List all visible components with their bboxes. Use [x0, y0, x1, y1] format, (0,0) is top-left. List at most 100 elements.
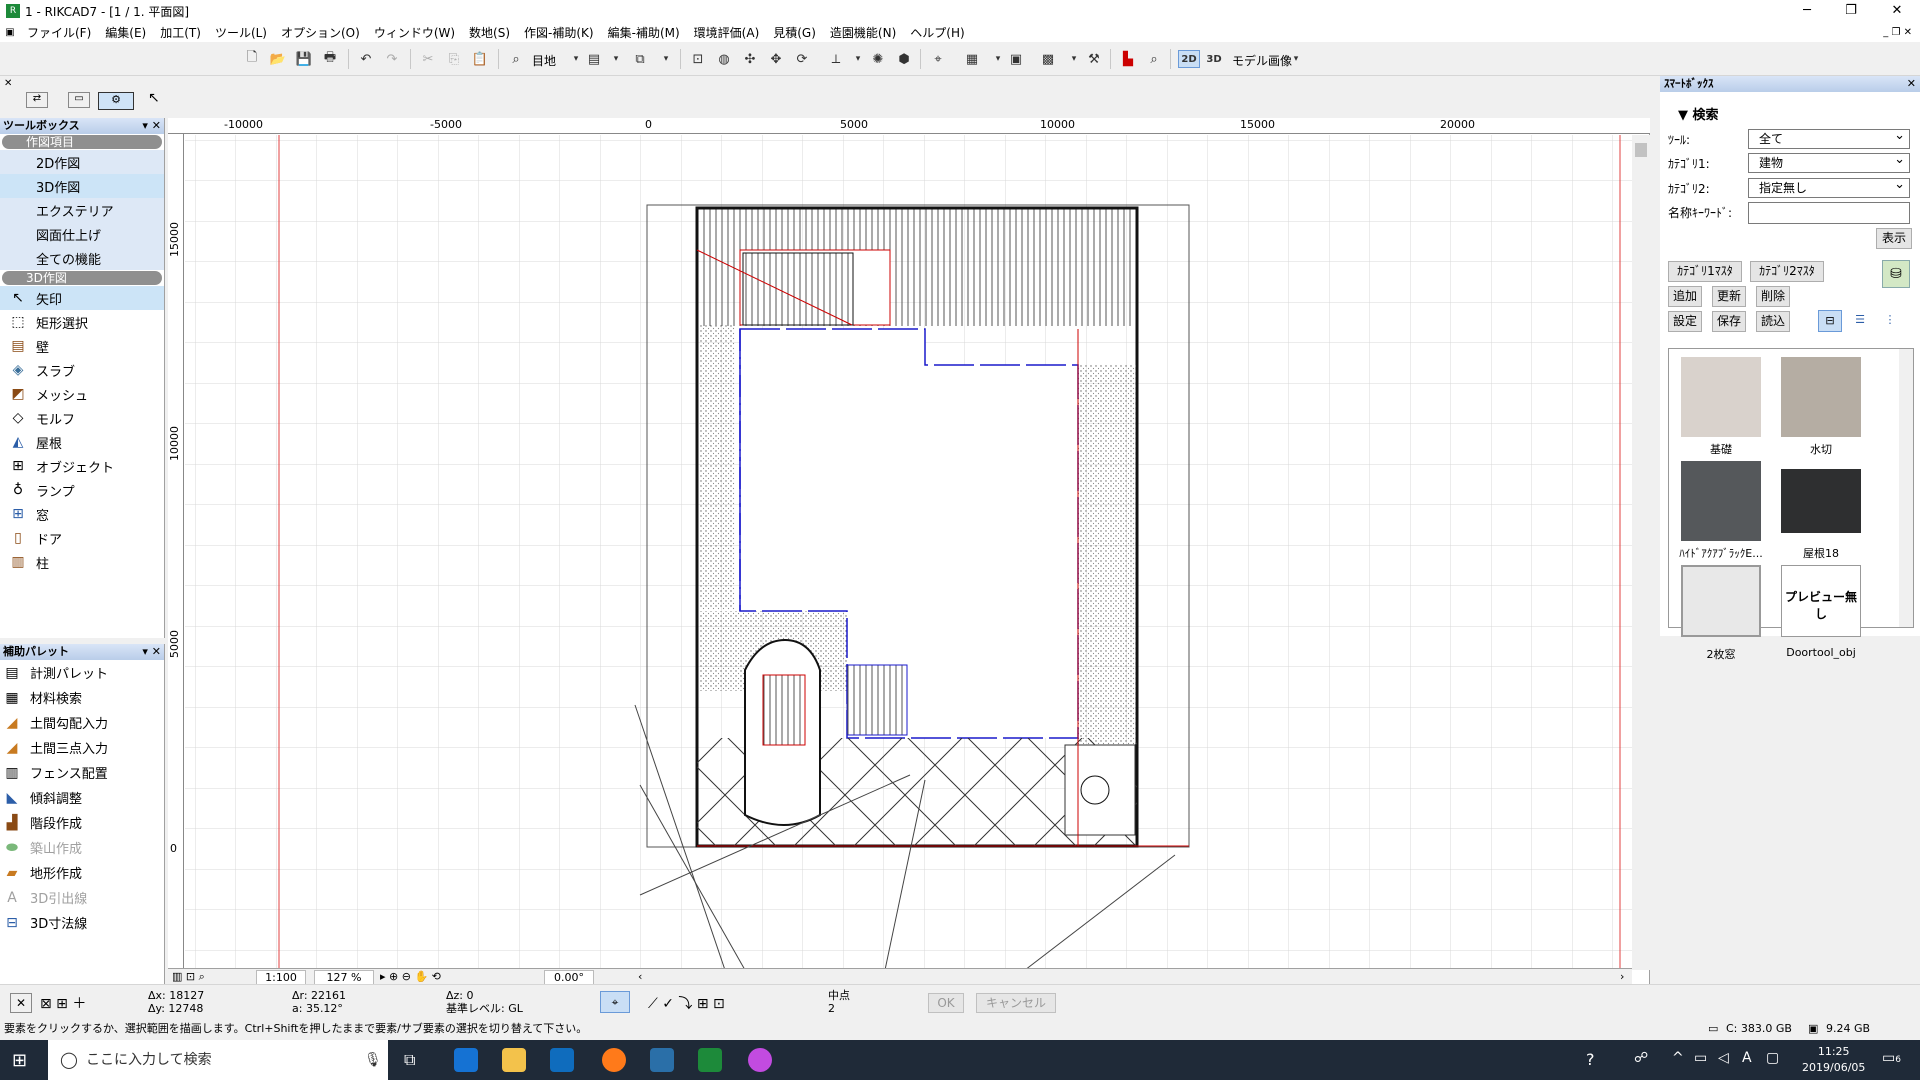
- paste-icon[interactable]: 📋: [470, 50, 490, 68]
- ok-button[interactable]: OK: [928, 993, 964, 1013]
- construction-method-icon[interactable]: ⇄: [26, 92, 48, 108]
- scroll-thumb[interactable]: [1635, 143, 1647, 157]
- tool-arrow[interactable]: ↖ 矢印: [0, 286, 164, 310]
- clock[interactable]: 11:25 2019/06/05: [1802, 1044, 1865, 1076]
- assist-measure[interactable]: ▤ 計測パレット: [0, 660, 164, 685]
- guide-icons[interactable]: ⟋ ✓ ⤵ ⊞ ⊡: [648, 993, 725, 1013]
- tool-marquee[interactable]: ⬚ 矩形選択: [0, 310, 164, 334]
- close-icon[interactable]: ✕: [1907, 76, 1916, 92]
- grid-snap-icon[interactable]: ⊠ ⊞ ＋: [40, 993, 86, 1013]
- add-button[interactable]: 追加: [1668, 286, 1702, 307]
- search-section-toggle[interactable]: ▼ 検索: [1678, 104, 1719, 123]
- selection-method-icon[interactable]: ⚙: [98, 92, 134, 110]
- tool-lamp[interactable]: ♁ ランプ: [0, 478, 164, 502]
- chevron-right-icon[interactable]: ›: [1620, 970, 1624, 983]
- close-icon[interactable]: ✕: [4, 78, 12, 89]
- show-button[interactable]: 表示: [1876, 228, 1912, 249]
- assist-terrain[interactable]: ▰ 地形作成: [0, 860, 164, 885]
- tool-mesh[interactable]: ◩ メッシュ: [0, 382, 164, 406]
- menu-landscape[interactable]: 造園機能(N): [823, 24, 903, 41]
- minimize-icon[interactable]: ─: [1784, 0, 1830, 22]
- outlook-icon[interactable]: [550, 1048, 574, 1072]
- inspect-icon[interactable]: ⌕: [1144, 50, 1164, 68]
- zoom-controls-icon[interactable]: ▸ ⊕ ⊖ ✋ ⟲: [380, 970, 441, 983]
- notification-icon[interactable]: ▭6: [1882, 1050, 1901, 1066]
- menu-site[interactable]: 数地(S): [462, 24, 517, 41]
- close-icon[interactable]: ✕: [1874, 0, 1920, 22]
- maximize-icon[interactable]: ❐: [1828, 0, 1874, 22]
- menu-help[interactable]: ヘルプ(H): [903, 24, 971, 41]
- zoom-window-icon[interactable]: ⊡: [688, 50, 708, 68]
- save-button[interactable]: 保存: [1712, 311, 1746, 332]
- group-header-draw-items[interactable]: 作図項目: [2, 135, 162, 149]
- toolbox-2d-draw[interactable]: 2D作図: [0, 150, 164, 174]
- help-icon[interactable]: ?: [1586, 1050, 1595, 1069]
- snap-mode-icon[interactable]: ⌖: [600, 991, 630, 1013]
- category1-select[interactable]: 建物: [1748, 151, 1910, 173]
- app-icon[interactable]: [650, 1048, 674, 1072]
- axis-icon[interactable]: ⟂: [826, 50, 846, 68]
- menu-tools[interactable]: ツール(L): [208, 24, 274, 41]
- scale-field[interactable]: 1:100: [256, 970, 306, 985]
- menu-file[interactable]: ファイル(F): [20, 24, 98, 41]
- mdi-controls[interactable]: _ ❐ ✕: [1883, 27, 1912, 38]
- angle-field[interactable]: 0.00°: [544, 970, 594, 985]
- base-level[interactable]: 基準レベル: GL: [446, 1002, 523, 1015]
- ime-indicator[interactable]: A: [1742, 1050, 1752, 1066]
- cancel-button[interactable]: キャンセル: [976, 993, 1056, 1013]
- database-icon[interactable]: ⛁: [1882, 260, 1910, 288]
- menu-edit-assist[interactable]: 編集-補助(M): [601, 24, 687, 41]
- tool-morph[interactable]: ◇ モルフ: [0, 406, 164, 430]
- assist-3d-dimension[interactable]: ⊟ 3D寸法線: [0, 910, 164, 935]
- pan-icon[interactable]: ✥: [766, 50, 786, 68]
- cube-icon[interactable]: ⬢: [894, 50, 914, 68]
- toolbox-exterior[interactable]: エクステリア: [0, 198, 164, 222]
- thumb-door-no-preview[interactable]: プレビュー無し: [1781, 565, 1861, 637]
- system-menu-icon[interactable]: ▣: [0, 27, 20, 38]
- delete-button[interactable]: 削除: [1756, 286, 1790, 307]
- windows-start-icon[interactable]: ⊞: [12, 1050, 27, 1071]
- taskbar-search[interactable]: ◯ ここに入力して検索 🎙: [48, 1040, 388, 1080]
- panel-close-icon[interactable]: ▾ ✕: [142, 118, 161, 134]
- find-select-icon[interactable]: ⌕: [506, 50, 526, 68]
- tool-icon[interactable]: ⚒: [1084, 50, 1104, 68]
- toolbox-drawing-finish[interactable]: 図面仕上げ: [0, 222, 164, 246]
- network-icon[interactable]: ▭: [1694, 1050, 1707, 1066]
- category2-select[interactable]: 指定無し: [1748, 176, 1910, 198]
- chevron-down-icon[interactable]: ▾: [988, 50, 1008, 68]
- toolbox-all-functions[interactable]: 全ての機能: [0, 246, 164, 270]
- thumbnail-scrollbar[interactable]: [1899, 349, 1913, 627]
- category1-master-button[interactable]: ｶﾃｺﾞﾘ1ﾏｽﾀ: [1668, 261, 1742, 282]
- volume-icon[interactable]: ◁: [1718, 1050, 1729, 1066]
- update-button[interactable]: 更新: [1712, 286, 1746, 307]
- app-icon[interactable]: [748, 1048, 772, 1072]
- chevron-down-icon[interactable]: ▾: [848, 50, 868, 68]
- cut-icon[interactable]: ✂: [418, 50, 438, 68]
- view-options-icon[interactable]: ▥ ⊡ ⌕: [172, 970, 205, 984]
- mode-2d-button[interactable]: 2D: [1178, 50, 1200, 68]
- tool-window[interactable]: ⊞ 窓: [0, 502, 164, 526]
- camera-icon[interactable]: ⌖: [928, 50, 948, 68]
- rikcad-taskbar-icon[interactable]: [698, 1048, 722, 1072]
- chevron-down-icon[interactable]: ▾: [656, 50, 676, 68]
- tool-object[interactable]: ⊞ オブジェクト: [0, 454, 164, 478]
- assist-fence[interactable]: ▥ フェンス配置: [0, 760, 164, 785]
- toolbox-3d-draw[interactable]: 3D作図: [0, 174, 164, 198]
- chevron-down-icon[interactable]: ▾: [1064, 50, 1084, 68]
- firefox-icon[interactable]: [602, 1048, 626, 1072]
- thumb-aqua-black[interactable]: [1681, 461, 1761, 541]
- library-icon[interactable]: ▙: [1118, 50, 1138, 68]
- thumb-roof18[interactable]: [1781, 469, 1861, 533]
- undo-icon[interactable]: ↶: [356, 50, 376, 68]
- thumb-foundation[interactable]: [1681, 357, 1761, 437]
- view-label[interactable]: 目地: [532, 52, 556, 69]
- snap-point[interactable]: 中点 2: [828, 989, 850, 1015]
- category2-master-button[interactable]: ｶﾃｺﾞﾘ2ﾏｽﾀ: [1750, 261, 1824, 282]
- chevron-down-icon[interactable]: ▾: [606, 50, 626, 68]
- model-image-label[interactable]: モデル画像: [1232, 52, 1292, 69]
- task-view-icon[interactable]: ⧉: [404, 1050, 415, 1070]
- assist-mound[interactable]: ⬬ 築山作成: [0, 835, 164, 860]
- layer-icon[interactable]: ▤: [584, 50, 604, 68]
- load-button[interactable]: 読込: [1756, 311, 1790, 332]
- group-header-3d-draw[interactable]: 3D作図: [2, 271, 162, 285]
